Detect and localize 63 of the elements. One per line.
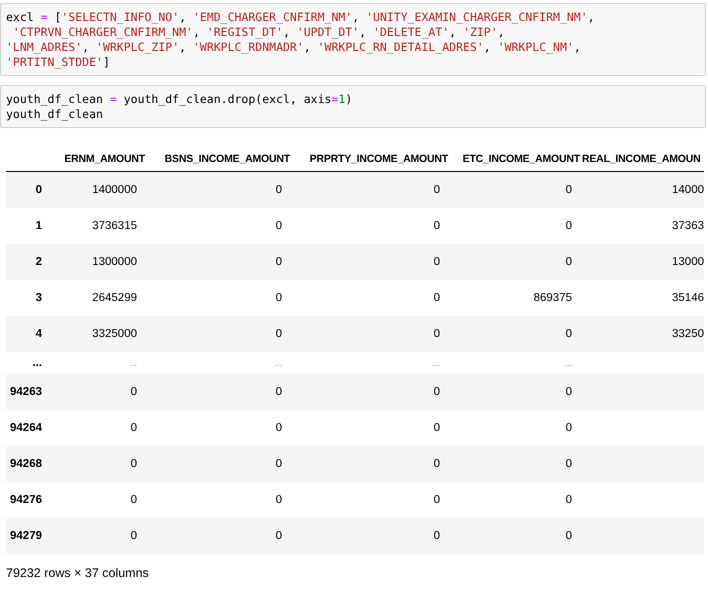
- table-cell: 0: [448, 446, 580, 482]
- table-cell: 0: [145, 446, 290, 482]
- table-cell: 0: [290, 208, 448, 244]
- table-cell: 0: [145, 244, 290, 280]
- row-index: 1: [6, 208, 50, 244]
- table-cell: 13000: [580, 244, 704, 280]
- table-cell: 0: [290, 518, 448, 554]
- table-cell: 0: [290, 374, 448, 410]
- table-cell: 0: [145, 208, 290, 244]
- table-cell: ...: [50, 352, 145, 374]
- row-index: 94279: [6, 518, 50, 554]
- table-cell: 33250: [580, 316, 704, 352]
- table-cell: 0: [145, 172, 290, 208]
- table-cell: 2645299: [50, 280, 145, 316]
- table-cell: 0: [448, 244, 580, 280]
- table-cell: 0: [448, 208, 580, 244]
- table-cell: 0: [145, 374, 290, 410]
- table-cell: 0: [448, 410, 580, 446]
- table-cell: 0: [290, 244, 448, 280]
- table-cell: 0: [145, 482, 290, 518]
- row-index: 4: [6, 316, 50, 352]
- table-cell: 0: [145, 316, 290, 352]
- table-cell: 1300000: [50, 244, 145, 280]
- row-index: 94264: [6, 410, 50, 446]
- row-index: 3: [6, 280, 50, 316]
- table-cell: 14000: [580, 172, 704, 208]
- row-index: 94276: [6, 482, 50, 518]
- code-cell[interactable]: excl = ['SELECTN_INFO_NO', 'EMD_CHARGER_CNFIRM_NM', 'UNITY_EXAMIN_CHARGER_CNFIRM_NM', 'CTPRVN_CHARGER_CNFIRM_NM', 'REGIST_DT', 'UPDT_DT', 'DELETE_AT', 'ZIP', 'LNM_ADRES', 'WRKPLC_ZIP', 'WRKPLC_RDNMADR', 'WRKPLC_RN_DETAIL_ADRES', 'WRKPLC_NM', 'PRTITN_STDDE']: [0, 3, 706, 76]
- table-cell: 0: [50, 410, 145, 446]
- table-cell: 3325000: [50, 316, 145, 352]
- table-cell: ...: [145, 352, 290, 374]
- row-index: 94268: [6, 446, 50, 482]
- table-cell: 0: [290, 316, 448, 352]
- table-cell: 0: [50, 482, 145, 518]
- table-cell: 0: [145, 410, 290, 446]
- table-cell: 0: [145, 280, 290, 316]
- table-cell: 0: [448, 374, 580, 410]
- code-cell[interactable]: youth_df_clean = youth_df_clean.drop(excl, axis=1) youth_df_clean: [0, 85, 706, 128]
- table-cell: 3736315: [50, 208, 145, 244]
- row-index: ...: [6, 352, 50, 374]
- table-cell: ...: [448, 352, 580, 374]
- table-cell: 0: [448, 518, 580, 554]
- table-cell: 0: [290, 172, 448, 208]
- row-index: 2: [6, 244, 50, 280]
- table-cell: 0: [448, 172, 580, 208]
- table-cell: 869375: [448, 280, 580, 316]
- table-cell: 0: [290, 482, 448, 518]
- table-cell: 1400000: [50, 172, 145, 208]
- table-cell: 0: [290, 280, 448, 316]
- shape-summary: 79232 rows × 37 columns: [6, 566, 150, 580]
- table-cell: 0: [145, 518, 290, 554]
- table-cell: 0: [50, 446, 145, 482]
- table-cell: 37363: [580, 208, 704, 244]
- table-cell: 35146: [580, 280, 704, 316]
- table-cell: 0: [448, 316, 580, 352]
- row-index: 0: [6, 172, 50, 208]
- table-cell: 0: [290, 410, 448, 446]
- table-cell: 0: [448, 482, 580, 518]
- table-cell: 0: [290, 446, 448, 482]
- table-cell: 0: [50, 374, 145, 410]
- row-index: 94263: [6, 374, 50, 410]
- table-cell: ...: [290, 352, 448, 374]
- table-cell: 0: [50, 518, 145, 554]
